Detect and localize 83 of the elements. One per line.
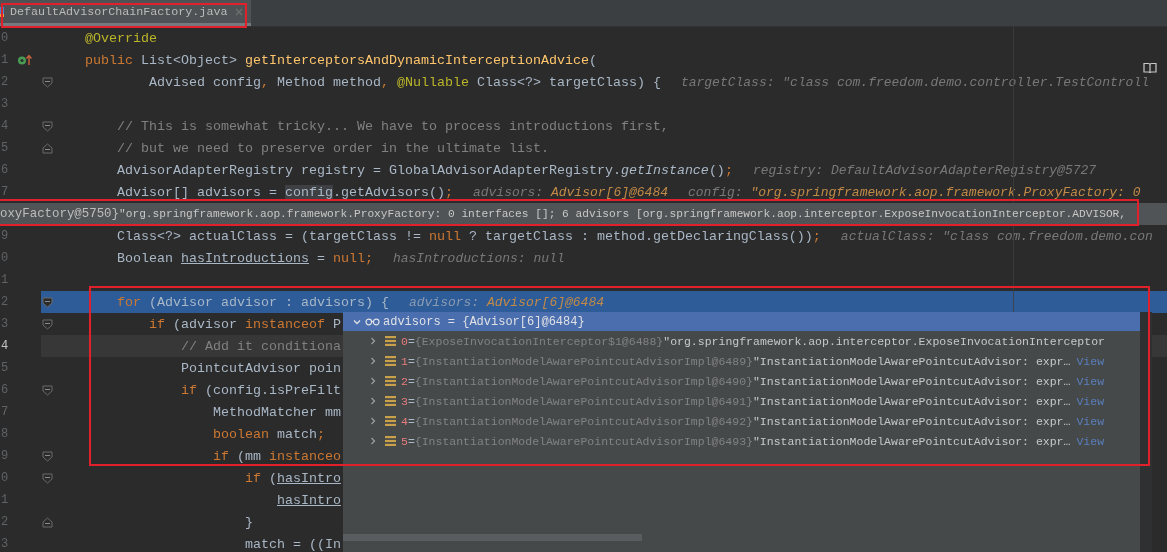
code-line: MethodMatcher mm: [211, 404, 341, 420]
line-number: 3: [0, 537, 10, 551]
code-line: // but we need to preserve order in the ultimate list.: [116, 140, 549, 156]
code-line: AdvisorAdapterRegistry registry = GlobalAdvisorAdapterRegistry.getInstance();: [116, 162, 733, 178]
book-icon[interactable]: [1143, 62, 1157, 74]
fold-marker-icon[interactable]: [41, 296, 53, 308]
code-line: // This is somewhat tricky... We have to process introductions first,: [116, 118, 669, 134]
circle-up-arrow-icon[interactable]: [16, 54, 32, 66]
fold-marker-icon[interactable]: [41, 450, 53, 462]
glasses-icon: [365, 317, 380, 326]
list-icon: [385, 436, 396, 446]
line-number: 1: [0, 53, 10, 67]
line-number: 0: [0, 31, 10, 45]
line-number: 9: [0, 449, 10, 463]
line-number: 0: [0, 251, 10, 265]
list-icon: [385, 376, 396, 386]
code-line: Class<?> actualClass = (targetClass != null ? targetClass : method.getDeclaringClass());: [116, 228, 821, 244]
line-number: 4: [0, 119, 10, 133]
line-number: 0: [0, 471, 10, 485]
scrollbar-thumb[interactable]: [343, 534, 642, 541]
code-line: for (Advisor advisor : advisors) {: [116, 294, 389, 310]
inline-hint: advisors: Advisor[6]@6484: [472, 184, 668, 200]
view-link[interactable]: View: [1076, 434, 1105, 448]
code-line: if (mm instanceo: [211, 448, 341, 464]
tree-node[interactable]: 1={InstantiationModelAwarePointcutAdvisorImpl@6489}"InstantiationModelAwarePointcutAdvisor: expr… View: [343, 351, 1140, 371]
fold-marker-icon[interactable]: [41, 384, 53, 396]
line-number: 1: [0, 493, 10, 507]
fold-marker-icon[interactable]: [41, 120, 53, 132]
code-line: if (advisor instanceof P: [148, 316, 341, 332]
list-icon: [385, 356, 396, 366]
line-number: 3: [0, 317, 10, 331]
inline-hint: config: "org.springframework.aop.framework.ProxyFactory: 0: [688, 184, 1141, 200]
code-line: hasIntro: [275, 492, 341, 508]
fold-marker-icon[interactable]: [41, 76, 53, 88]
code-line: boolean match;: [211, 426, 325, 442]
line-number: 3: [0, 97, 10, 111]
inline-hint: hasIntroductions: null: [392, 250, 565, 266]
code-line: Advisor[] advisors = config.getAdvisors();: [116, 184, 453, 200]
line-number: 2: [0, 295, 10, 309]
list-icon: [385, 336, 396, 346]
code-line: public List<Object> getInterceptorsAndDynamicInterceptionAdvice(: [85, 52, 597, 68]
list-icon: [385, 416, 396, 426]
code-line: PointcutAdvisor poin: [179, 360, 341, 376]
line-number: 7: [0, 185, 10, 199]
fold-marker-icon[interactable]: [41, 472, 53, 484]
code-line: Advised config, Method method, @Nullable Class<?> targetClass) {: [148, 74, 661, 90]
view-link[interactable]: View: [1076, 374, 1105, 388]
inline-hint: targetClass: "class com.freedom.demo.controller.TestControll: [680, 74, 1149, 90]
line-number: 2: [0, 75, 10, 89]
inline-hint: advisors: Advisor[6]@6484: [408, 294, 604, 310]
line-number: 4: [0, 339, 10, 353]
code-line: match = ((In: [243, 536, 341, 552]
line-number: 6: [0, 163, 10, 177]
code-line: if (hasIntro: [243, 470, 341, 486]
view-link[interactable]: View: [1076, 394, 1105, 408]
line-number: 6: [0, 383, 10, 397]
line-number: 5: [0, 361, 10, 375]
line-number: 2: [0, 515, 10, 529]
view-link[interactable]: View: [1076, 414, 1105, 428]
tree-node[interactable]: 2={InstantiationModelAwarePointcutAdvisorImpl@6490}"InstantiationModelAwarePointcutAdvisor: expr… View: [343, 371, 1140, 391]
code-line: @Override: [85, 30, 157, 46]
inline-hint: actualClass: "class com.freedom.demo.con: [840, 228, 1153, 244]
tree-node[interactable]: 5={InstantiationModelAwarePointcutAdvisorImpl@6493}"InstantiationModelAwarePointcutAdvisor: expr… View: [343, 431, 1140, 451]
fold-marker-icon[interactable]: [41, 142, 53, 154]
code-line: }: [243, 514, 253, 530]
line-number: 5: [0, 141, 10, 155]
line-number: 7: [0, 405, 10, 419]
value-tooltip: oxyFactory@5750}"org.springframework.aop.framework.ProxyFactory: 0 interfaces []; 6 advisors [org.springframework.aop.interceptor.ExposeInvocationInterceptor.ADVISOR,: [0, 203, 1167, 225]
code-line: // Add it conditiona: [179, 338, 341, 354]
code-line: if (config.isPreFilt: [179, 382, 341, 398]
fold-marker-icon[interactable]: [41, 318, 53, 330]
tree-node[interactable]: 0={ExposeInvocationInterceptor$1@6488}"org.springframework.aop.interceptor.ExposeInvocationInterceptor: [343, 331, 1140, 351]
tree-node[interactable]: advisors = {Advisor[6]@6484}: [343, 312, 1140, 331]
tree-node[interactable]: 3={InstantiationModelAwarePointcutAdvisorImpl@6491}"InstantiationModelAwarePointcutAdvisor: expr… View: [343, 391, 1140, 411]
fold-marker-icon[interactable]: [41, 516, 53, 528]
line-number: 9: [0, 229, 10, 243]
line-number: 8: [0, 427, 10, 441]
view-link[interactable]: View: [1076, 354, 1105, 368]
inline-hint: registry: DefaultAdvisorAdapterRegistry@5727: [752, 162, 1097, 178]
code-line: Boolean hasIntroductions = null;: [116, 250, 373, 266]
tree-node[interactable]: 4={InstantiationModelAwarePointcutAdvisorImpl@6492}"InstantiationModelAwarePointcutAdvisor: expr… View: [343, 411, 1140, 431]
line-number: 1: [0, 273, 10, 287]
list-icon: [385, 396, 396, 406]
